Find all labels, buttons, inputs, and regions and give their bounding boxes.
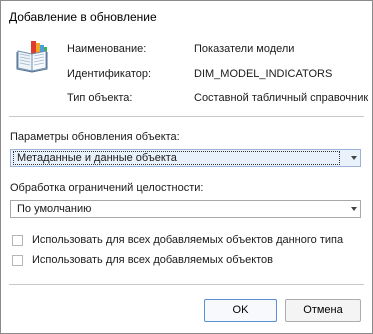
object-type-label: Тип объекта: [67,92,133,104]
same-type-label[interactable]: Использовать для всех добавляемых объект… [32,234,343,246]
ok-button[interactable]: OK [204,299,277,322]
dialog-title: Добавление в обновление [9,10,157,24]
integrity-select[interactable]: По умолчанию [10,200,361,218]
all-objects-checkbox[interactable] [12,255,23,266]
separator-top [9,116,364,117]
same-type-checkbox[interactable] [12,235,23,246]
book-icon [16,41,48,73]
name-label: Наименование: [67,43,147,55]
cancel-button[interactable]: Отмена [285,299,361,322]
update-params-value: Метаданные и данные объекта [17,152,177,164]
chevron-down-icon[interactable] [351,156,357,160]
identifier-label: Идентификатор: [67,68,152,80]
update-params-select[interactable]: Метаданные и данные объекта [10,149,361,167]
chevron-down-icon[interactable] [351,207,357,211]
update-params-label: Параметры обновления объекта: [10,131,180,143]
add-to-update-dialog: Добавление в обновление Наименование: По… [0,0,373,334]
separator-bottom [9,284,364,285]
object-type-value: Составной табличный справочник [194,92,369,104]
integrity-value: По умолчанию [17,203,92,215]
name-value: Показатели модели [194,43,295,55]
integrity-label: Обработка ограничений целостности: [10,182,204,194]
identifier-value: DIM_MODEL_INDICATORS [194,68,333,80]
all-objects-label[interactable]: Использовать для всех добавляемых объект… [32,254,273,266]
